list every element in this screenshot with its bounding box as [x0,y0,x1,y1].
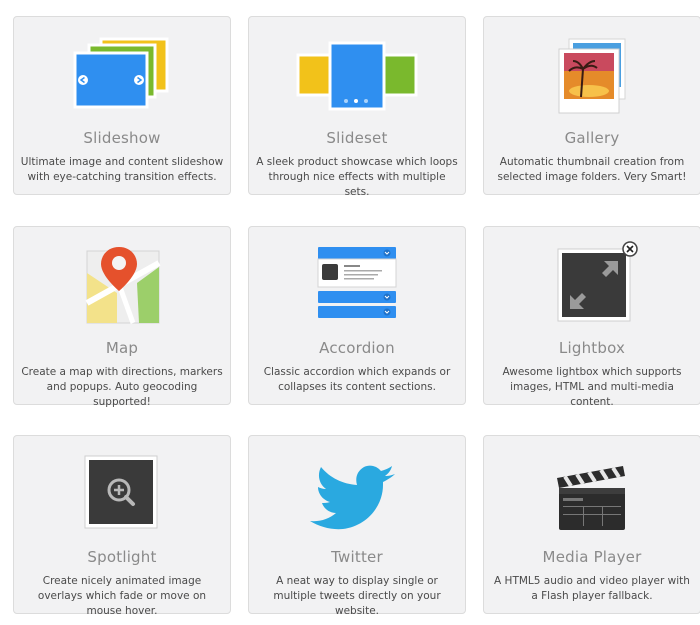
card-accordion[interactable]: Accordion Classic accordion which expand… [248,226,466,405]
media-player-icon [484,452,700,552]
slideshow-icon [14,33,230,133]
card-description: Create nicely animated image overlays wh… [37,575,207,617]
card-description: A HTML5 audio and video player with a Fl… [494,575,690,602]
card-description: A neat way to display single or multiple… [273,575,441,617]
card-title: Accordion [319,339,395,357]
card-description: Classic accordion which expands or colla… [263,366,451,393]
card-title: Map [105,339,139,357]
card-media-player[interactable]: Media Player A HTML5 audio and video pla… [483,435,700,614]
map-icon [14,243,230,343]
card-description: Ultimate image and content slideshow wit… [20,156,224,183]
card-lightbox[interactable]: Lightbox Awesome lightbox which supports… [483,226,700,408]
card-description: A sleek product showcase which loops thr… [256,156,458,198]
gallery-icon [484,33,700,133]
card-title: Lightbox [558,339,626,357]
card-twitter[interactable]: Twitter A neat way to display single or … [248,435,466,617]
card-title: Slideshow [83,129,161,147]
card-gallery[interactable]: Gallery Automatic thumbnail creation fro… [483,16,700,195]
card-title: Spotlight [87,548,157,566]
card-map[interactable]: Map Create a map with directions, marker… [13,226,231,408]
card-spotlight[interactable]: Spotlight Create nicely animated image o… [13,435,231,617]
card-title: Gallery [564,129,620,147]
card-slideshow[interactable]: Slideshow Ultimate image and content sli… [13,16,231,195]
twitter-icon [249,452,465,552]
widget-grid: Slideshow Ultimate image and content sli… [0,0,700,625]
card-description: Create a map with directions, markers an… [21,366,223,408]
card-title: Media Player [542,548,642,566]
accordion-icon [249,243,465,343]
card-slideset[interactable]: Slideset A sleek product showcase which … [248,16,466,198]
spotlight-icon [14,452,230,552]
card-description: Awesome lightbox which supports images, … [502,366,682,408]
lightbox-icon [484,237,700,337]
slideset-icon [249,33,465,133]
card-title: Slideset [326,129,388,147]
card-title: Twitter [331,548,383,566]
card-description: Automatic thumbnail creation from select… [497,156,687,183]
